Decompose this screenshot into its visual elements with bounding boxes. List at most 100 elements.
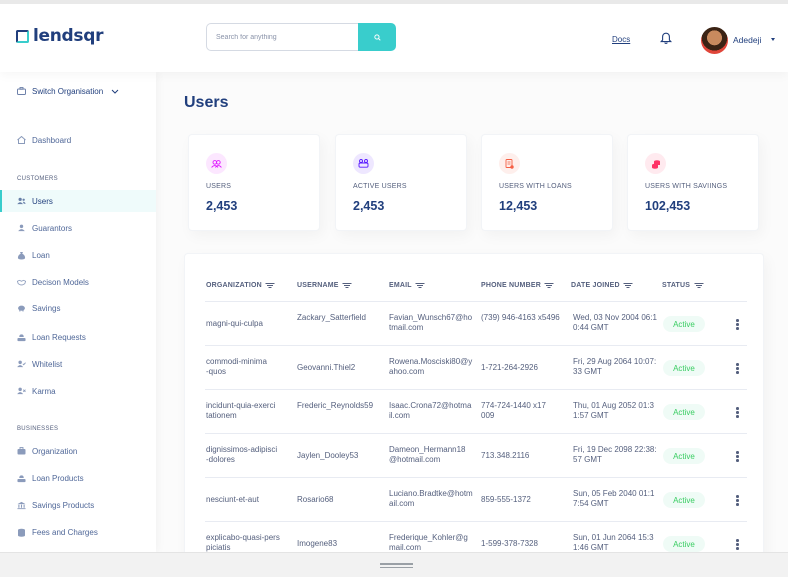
table-row[interactable]: nesciunt-et-aut Rosario68 Luciano.Bradtk… [205,477,747,521]
row-actions-kebab-icon[interactable] [736,495,739,506]
sidebar: Switch Organisation Dashboard CUSTOMERS … [0,72,156,552]
filter-icon[interactable] [544,282,554,289]
sidebar-item-whitelist[interactable]: Whitelist [0,353,156,375]
status-badge: Active [663,492,705,508]
switch-organisation-dropdown[interactable]: Switch Organisation [0,80,156,102]
search-input[interactable] [206,23,358,51]
cell-username: Zackary_Satterfield [297,313,366,322]
sidebar-item-users[interactable]: Users [0,190,156,212]
cell-email: Dameon_Hermann18@hotmail.com [389,445,466,464]
cell-username: Imogene83 [297,539,338,548]
briefcase-icon [17,447,26,456]
sidebar-item-label: Whitelist [32,359,63,369]
loan-sack-icon [17,251,26,260]
sidebar-item-savings[interactable]: Savings [0,297,156,319]
search-button[interactable] [358,23,396,51]
coins-icon [17,528,26,537]
table-row[interactable]: incidunt-quia-exercitationem Frederic_Re… [205,389,747,433]
user-name[interactable]: Adedeji [733,35,761,45]
users-table: ORGANIZATION USERNAME EMAIL PHONE NUMBER… [184,253,764,563]
filter-icon[interactable] [342,282,352,289]
bank-icon [17,501,26,510]
row-actions-kebab-icon[interactable] [736,363,739,374]
column-header-phone-number[interactable]: PHONE NUMBER [481,282,554,289]
row-actions-kebab-icon[interactable] [736,407,739,418]
cell-organization: magni-qui-culpa [206,319,263,328]
resize-handle-icon[interactable] [380,563,413,570]
cell-organization: dignissimos-adipisci-dolores [206,445,278,464]
search-bar [206,23,396,51]
bottom-resize-bar [0,552,788,577]
cell-date-joined: Thu, 01 Aug 2052 01:31:57 GMT [573,401,654,420]
cell-username: Geovanni.Thiel2 [297,363,356,372]
filter-icon[interactable] [265,282,275,289]
cell-email: Favian_Wunsch67@hotmail.com [389,313,473,332]
sidebar-item-label: Savings Products [32,500,95,510]
column-header-label: PHONE NUMBER [481,282,541,289]
brand-name: lendsqr [33,26,104,46]
stat-value: 2,453 [353,199,385,213]
sidebar-item-loan-products[interactable]: Loan Products [0,467,156,489]
switch-organisation-label: Switch Organisation [32,86,104,96]
sidebar-item-label: Fees and Charges [32,527,98,537]
table-row[interactable]: magni-qui-culpa Zackary_Satterfield Favi… [205,301,747,345]
column-header-email[interactable]: EMAIL [389,282,425,289]
table-row[interactable]: commodi-minima-quos Geovanni.Thiel2 Rowe… [205,345,747,389]
sidebar-item-label: Loan Requests [32,332,86,342]
sidebar-item-label: Decison Models [32,277,89,287]
filter-icon[interactable] [694,282,704,289]
stat-card-users-with-loans: USERS WITH LOANS 12,453 [481,134,613,231]
cell-username: Jaylen_Dooley53 [297,451,359,460]
sidebar-item-savings-products[interactable]: Savings Products [0,494,156,516]
sidebar-item-guarantors[interactable]: Guarantors [0,217,156,239]
row-actions-kebab-icon[interactable] [736,319,739,330]
column-header-username[interactable]: USERNAME [297,282,352,289]
user-check-icon [17,360,26,369]
stat-label: USERS [206,183,232,190]
search-icon [373,33,381,41]
sidebar-item-organization[interactable]: Organization [0,440,156,462]
user-menu-caret-icon[interactable] [771,38,775,41]
logo-mark-icon [16,29,29,43]
sidebar-item-label: Organization [32,446,78,456]
docs-link[interactable]: Docs [612,35,630,44]
handshake-icon [17,278,26,287]
user-avatar[interactable] [701,27,728,54]
cell-phone: 713.348.2116 [481,451,530,460]
cell-username: Frederic_Reynolds59 [297,401,374,410]
sidebar-item-karma[interactable]: Karma [0,380,156,402]
column-header-label: USERNAME [297,282,339,289]
sidebar-item-loan[interactable]: Loan [0,244,156,266]
sidebar-item-label: Loan Products [32,473,84,483]
notification-bell-icon[interactable] [659,32,673,50]
row-actions-kebab-icon[interactable] [736,451,739,462]
status-badge: Active [663,448,705,464]
sidebar-item-label: Savings [32,303,61,313]
column-header-status[interactable]: STATUS [662,282,704,289]
sidebar-item-dashboard[interactable]: Dashboard [0,129,156,151]
businesses-section-heading: BUSINESSES [17,426,59,432]
sidebar-item-decision-models[interactable]: Decison Models [0,271,156,293]
cell-phone: 1-721-264-2926 [481,363,538,372]
cell-date-joined: Fri, 19 Dec 2098 22:38:57 GMT [573,445,657,464]
filter-icon[interactable] [623,282,633,289]
stat-card-users: USERS 2,453 [188,134,320,231]
cell-phone: 1-599-378-7328 [481,539,538,548]
stat-value: 102,453 [645,199,691,213]
stat-card-active-users: ACTIVE USERS 2,453 [335,134,467,231]
sidebar-item-fees-and-charges[interactable]: Fees and Charges [0,521,156,543]
sidebar-item-loan-requests[interactable]: Loan Requests [0,326,156,348]
active-users-icon [353,153,374,174]
table-row[interactable]: dignissimos-adipisci-dolores Jaylen_Dool… [205,433,747,477]
filter-icon[interactable] [415,282,425,289]
column-header-label: DATE JOINED [571,282,620,289]
page-title: Users [184,94,229,111]
column-header-organization[interactable]: ORGANIZATION [206,282,275,289]
sidebar-item-label: Dashboard [32,135,72,145]
column-header-label: ORGANIZATION [206,282,262,289]
brand-logo[interactable]: lendsqr [16,26,104,46]
column-header-date-joined[interactable]: DATE JOINED [571,282,633,289]
cell-email: Rowena.Mosciski80@yahoo.com [389,357,473,376]
cell-username: Rosario68 [297,495,334,504]
row-actions-kebab-icon[interactable] [736,539,739,550]
